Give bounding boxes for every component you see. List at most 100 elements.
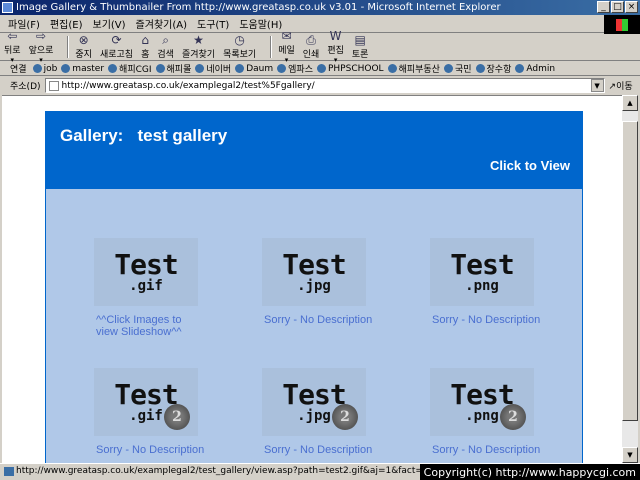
toolbar-button-3[interactable]: ⟳ 새로고침: [99, 33, 134, 61]
window-titlebar: Image Gallery & Thumbnailer From http://…: [0, 0, 640, 15]
address-input[interactable]: http://www.greatasp.co.uk/examplegal2/te…: [44, 78, 605, 93]
vertical-scrollbar[interactable]: ▲ ▼: [622, 95, 638, 463]
toolbar-label: 인쇄: [302, 50, 320, 60]
gallery-panel: Gallery: test gallery Click to View Test…: [45, 111, 583, 463]
thumbnail-image[interactable]: Test .png: [430, 238, 534, 306]
toolbar-label: 앞으로: [28, 46, 54, 56]
status-text: http://www.greatasp.co.uk/examplegal2/te…: [16, 466, 434, 476]
thumbnail-extension: .jpg: [297, 408, 331, 424]
maximize-button[interactable]: □: [611, 1, 624, 13]
link-item[interactable]: 장수항: [475, 62, 512, 75]
toolbar-button-5[interactable]: ⌕ 검색: [157, 33, 174, 61]
link-label: PHPSCHOOL: [327, 63, 384, 74]
toolbar-label: 중지: [75, 50, 92, 60]
ie-page-icon: [61, 64, 71, 73]
toolbar-button-9[interactable]: ⎙ 인쇄: [302, 34, 320, 61]
image-description: Sorry - No Description: [432, 314, 541, 326]
link-label: 해피몰: [166, 65, 192, 75]
thumbnail-badge-icon: 2: [332, 404, 358, 430]
toolbar-label: 홈: [141, 50, 150, 60]
toolbar-button-2[interactable]: ⊗ 중지: [75, 34, 92, 61]
thumbnail-title: Test: [450, 378, 514, 411]
click-to-view-link[interactable]: Click to View: [490, 158, 570, 173]
search-icon: ⌕: [162, 33, 170, 47]
thumbnail-title: Test: [114, 378, 178, 411]
link-item[interactable]: 국민: [443, 62, 472, 75]
ie-page-icon: [155, 64, 165, 73]
thumbnail-image[interactable]: Test .jpg 2: [262, 368, 366, 436]
link-item[interactable]: job: [32, 62, 57, 75]
address-dropdown-button[interactable]: ▼: [590, 79, 604, 92]
thumbnail-image[interactable]: Test .jpg: [262, 238, 366, 306]
menu-tools[interactable]: 도구(T): [197, 16, 229, 31]
ie-page-icon: [235, 64, 245, 73]
scroll-up-button[interactable]: ▲: [622, 95, 638, 111]
link-label: 장수항: [486, 65, 512, 75]
toolbar-button-0[interactable]: ⇦ 뒤로 ▾: [4, 29, 21, 65]
link-item[interactable]: PHPSCHOOL: [316, 62, 384, 75]
toolbar-button-7[interactable]: ◷ 목록보기: [223, 34, 256, 61]
ie-page-icon: [443, 64, 453, 73]
thumbnail-title: Test: [282, 248, 346, 281]
link-item[interactable]: 엠파스: [277, 62, 313, 75]
menu-view[interactable]: 보기(V): [93, 16, 126, 31]
go-button[interactable]: ↗이동: [609, 79, 633, 92]
scroll-down-button[interactable]: ▼: [622, 447, 638, 463]
scroll-thumb[interactable]: [622, 121, 638, 421]
thumbnail-badge-icon: 2: [500, 404, 526, 430]
gallery-item: Test .jpg Sorry - No Description: [262, 238, 392, 326]
link-item[interactable]: master: [61, 62, 104, 75]
ie-icon: [2, 2, 13, 13]
home-icon: ⌂: [141, 33, 150, 47]
menu-bar: 파일(F) 편집(E) 보기(V) 즐겨찾기(A) 도구(T) 도움말(H): [0, 15, 640, 33]
link-label: 엠파스: [288, 65, 313, 75]
ie-page-icon: [277, 64, 287, 73]
thumbnail-extension: .jpg: [297, 278, 331, 294]
link-item[interactable]: Daum: [235, 62, 273, 75]
forward-arrow-icon: ⇨: [35, 29, 47, 43]
toolbar-button-8[interactable]: ✉ 메일 ▾: [278, 29, 295, 65]
toolbar-label: 새로고침: [99, 50, 134, 60]
menu-edit[interactable]: 편집(E): [50, 16, 83, 31]
gallery-item: Test .png Sorry - No Description: [430, 238, 560, 326]
edit-icon: W: [329, 29, 342, 43]
thumbnail-image[interactable]: Test .png 2: [430, 368, 534, 436]
links-bar: 연결 job master 해피CGI 해피몰 네이버 Daum 엠파스 PHPSCHOOL 해…: [0, 62, 640, 76]
thumbnail-title: Test: [282, 378, 346, 411]
windows-logo-icon: [604, 15, 640, 34]
link-item[interactable]: 해피몰: [155, 62, 192, 75]
link-item[interactable]: 해피CGI: [108, 62, 152, 75]
thumbnail-extension: .gif: [129, 278, 163, 294]
minimize-button[interactable]: _: [597, 1, 610, 13]
link-label: master: [72, 63, 105, 74]
toolbar-button-1[interactable]: ⇨ 앞으로 ▾: [28, 29, 54, 65]
gallery-title: Gallery: test gallery: [60, 126, 228, 145]
copyright-banner: Copyright(c) http://www.happycgi.com: [419, 464, 640, 480]
standard-toolbar: ⇦ 뒤로 ▾ ⇨ 앞으로 ▾ ⊗ 중지 ⟳ 새로고침 ⌂ 홈 ⌕ 검색 ★ 즐겨찾기 ◷ 목록보기 ✉ 메일 ▾ ⎙ 인쇄 W…: [0, 30, 640, 64]
link-item[interactable]: Admin: [515, 62, 555, 75]
toolbar-label: 검색: [157, 50, 174, 60]
menu-help[interactable]: 도움말(H): [239, 16, 282, 31]
menu-favorites[interactable]: 즐겨찾기(A): [136, 16, 187, 31]
toolbar-button-10[interactable]: W 편집 ▾: [327, 29, 344, 65]
toolbar-button-6[interactable]: ★ 즐겨찾기: [181, 34, 216, 61]
close-button[interactable]: ×: [625, 1, 638, 13]
image-description: Sorry - No Description: [432, 444, 541, 456]
refresh-icon: ⟳: [111, 33, 122, 47]
link-item[interactable]: 해피부동산: [387, 62, 440, 75]
toolbar-label: 즐겨찾기: [181, 50, 216, 60]
link-label: Daum: [246, 63, 274, 74]
toolbar-button-11[interactable]: ▤ 토론: [352, 34, 369, 61]
toolbar-separator: [270, 36, 273, 58]
thumbnail-extension: .png: [465, 278, 499, 294]
toolbar-button-4[interactable]: ⌂ 홈: [141, 33, 150, 61]
link-item[interactable]: 네이버: [195, 62, 231, 75]
gallery-header: Gallery: test gallery Click to View: [46, 112, 582, 189]
toolbar-label: 메일: [278, 46, 295, 56]
mail-icon: ✉: [281, 29, 292, 43]
back-arrow-icon: ⇦: [7, 29, 18, 43]
gallery-item: Test .png 2 Sorry - No Description: [430, 368, 560, 456]
thumbnail-image[interactable]: Test .gif: [94, 238, 198, 306]
thumbnail-image[interactable]: Test .gif 2: [94, 368, 198, 436]
ie-page-icon: [108, 64, 118, 73]
